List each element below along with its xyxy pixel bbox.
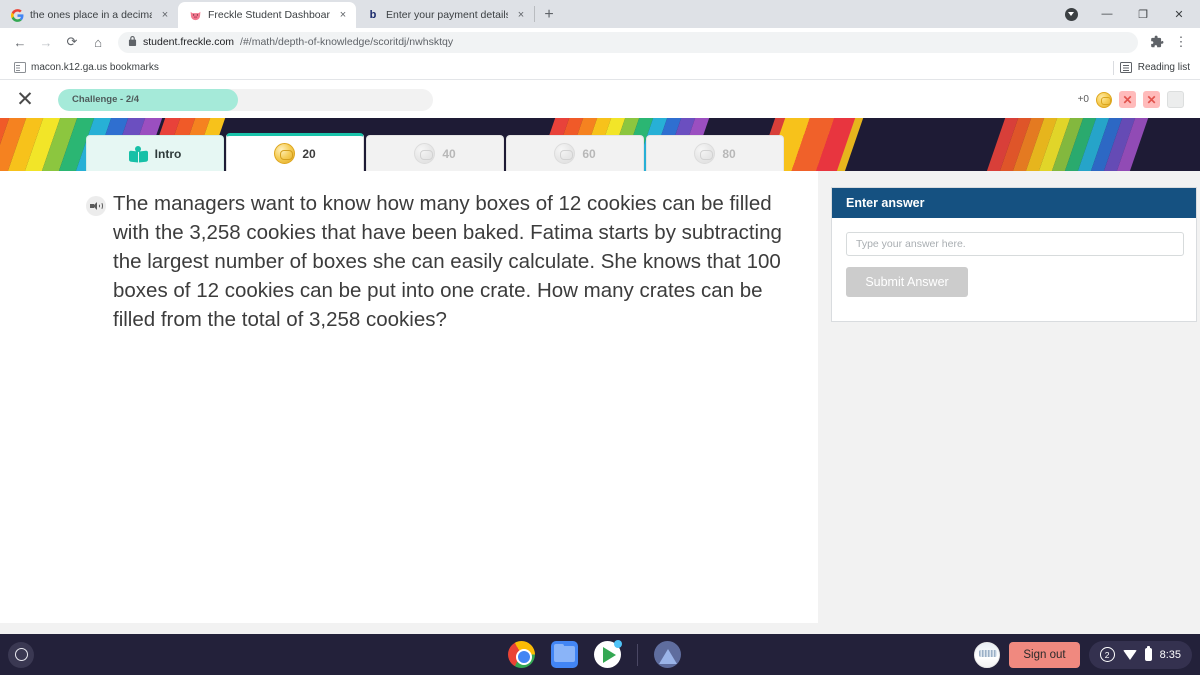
divider — [637, 643, 638, 666]
back-icon[interactable]: ← — [8, 30, 32, 54]
tab-close-icon[interactable]: × — [336, 8, 350, 22]
activity-main-area: The managers want to know how many boxes… — [0, 171, 1200, 634]
bookmark-label: macon.k12.ga.us bookmarks — [31, 62, 159, 73]
chromeos-screen: the ones place in a decimal - Goo × Frec… — [0, 0, 1200, 675]
life-remaining-3 — [1167, 91, 1184, 108]
level-tab-label: Intro — [154, 146, 182, 161]
shelf-app-icons — [508, 640, 681, 668]
coin-icon — [554, 143, 576, 164]
launcher-icon[interactable] — [8, 641, 34, 668]
level-tab-bar: Intro 20 40 60 80 — [86, 133, 786, 171]
browser-tab-3[interactable]: b Enter your payment details | ban × — [356, 2, 534, 28]
battery-icon — [1144, 646, 1152, 661]
reading-list-label[interactable]: Reading list — [1138, 62, 1190, 73]
coin-icon — [414, 143, 436, 164]
url-path: /#/math/depth-of-knowledge/scoritdj/nwhs… — [240, 36, 454, 48]
browser-tab-title: Enter your payment details | ban — [386, 9, 508, 21]
exit-activity-button[interactable]: ✕ — [12, 87, 38, 113]
level-tab-label: 80 — [722, 146, 736, 161]
browser-toolbar: ← → ⟳ ⌂ student.freckle.com /#/math/depth… — [0, 28, 1200, 56]
coin-icon — [694, 143, 716, 164]
level-tab-label: 20 — [302, 146, 316, 161]
life-used-1: ✕ — [1119, 91, 1136, 108]
answer-panel: Enter answer Submit Answer — [831, 187, 1197, 322]
bookmarks-bar: macon.k12.ga.us bookmarks Reading list — [0, 56, 1200, 80]
speaker-icon[interactable] — [86, 196, 106, 216]
toolbar-actions: ⋮ — [1146, 30, 1192, 54]
level-tab-40[interactable]: 40 — [366, 135, 504, 171]
answer-panel-header: Enter answer — [832, 188, 1196, 218]
level-tab-intro[interactable]: Intro — [86, 135, 224, 171]
clock-label: 8:35 — [1159, 648, 1181, 661]
minimize-button[interactable]: — — [1090, 0, 1124, 28]
freckle-pig-icon — [188, 8, 202, 22]
coin-count-label: +0 — [1077, 94, 1089, 105]
notification-badge: 2 — [1099, 647, 1115, 662]
home-icon[interactable]: ⌂ — [86, 30, 110, 54]
reading-list-icon — [1119, 62, 1132, 73]
gallery-icon[interactable] — [654, 641, 681, 668]
chromeos-shelf: Sign out 2 8:35 — [0, 634, 1200, 675]
b-icon: b — [369, 9, 377, 21]
answer-panel-body: Submit Answer — [832, 218, 1196, 297]
new-tab-button[interactable]: + — [535, 2, 563, 28]
book-icon — [128, 145, 148, 162]
life-used-2: ✕ — [1143, 91, 1160, 108]
url-domain: student.freckle.com — [143, 36, 235, 48]
tab-close-icon[interactable]: × — [514, 8, 528, 22]
window-close-button[interactable]: ✕ — [1162, 0, 1196, 28]
bookmarks-bar-right: Reading list — [1112, 60, 1190, 75]
sign-out-button[interactable]: Sign out — [1009, 641, 1080, 668]
extensions-icon[interactable] — [1146, 30, 1168, 54]
coin-icon — [274, 143, 296, 164]
browser-tab-title: Freckle Student Dashboard — [208, 9, 330, 21]
submit-answer-button[interactable]: Submit Answer — [846, 267, 968, 297]
chrome-icon[interactable] — [508, 641, 535, 668]
bookmark-item-macon[interactable]: macon.k12.ga.us bookmarks — [10, 60, 163, 75]
level-tab-20[interactable]: 20 — [226, 133, 364, 171]
browser-tab-strip: the ones place in a decimal - Goo × Frec… — [0, 0, 1200, 28]
browser-menu-icon[interactable]: ⋮ — [1170, 30, 1192, 54]
google-icon — [10, 8, 24, 22]
progress-label: Challenge - 2/4 — [72, 93, 140, 105]
challenge-progress-bar: Challenge - 2/4 — [58, 88, 433, 111]
question-pane: The managers want to know how many boxes… — [0, 171, 818, 623]
header-status-group: +0 ✕ ✕ — [1078, 91, 1188, 108]
address-bar[interactable]: student.freckle.com /#/math/depth-of-know… — [118, 31, 1138, 53]
folder-list-icon — [14, 62, 26, 73]
system-tray[interactable]: 2 8:35 — [1088, 640, 1192, 669]
forward-icon[interactable]: → — [34, 30, 58, 54]
lock-icon — [128, 36, 137, 48]
coin-icon — [1096, 91, 1112, 108]
account-indicator-icon[interactable] — [1054, 0, 1088, 28]
files-icon[interactable] — [551, 641, 578, 668]
level-tab-60[interactable]: 60 — [506, 135, 644, 171]
level-tab-80[interactable]: 80 — [646, 135, 784, 171]
tab-close-icon[interactable]: × — [158, 8, 172, 22]
play-store-icon[interactable] — [594, 640, 622, 668]
question-text: The managers want to know how many boxes… — [113, 192, 782, 332]
reload-icon[interactable]: ⟳ — [60, 30, 84, 54]
maximize-button[interactable]: ❐ — [1126, 0, 1160, 28]
divider — [1112, 60, 1114, 75]
browser-tab-title: the ones place in a decimal - Goo — [30, 9, 152, 21]
browser-tab-1[interactable]: the ones place in a decimal - Goo × — [0, 2, 178, 28]
wifi-icon — [1122, 649, 1137, 660]
window-controls: — ❐ ✕ — [1054, 0, 1200, 28]
question-row: The managers want to know how many boxes… — [0, 171, 818, 335]
avatar[interactable] — [974, 641, 1001, 668]
level-tab-label: 40 — [442, 146, 456, 161]
freckle-activity-header: ✕ Challenge - 2/4 +0 ✕ ✕ — [0, 81, 1200, 118]
level-tab-label: 60 — [582, 146, 596, 161]
answer-input[interactable] — [846, 232, 1184, 256]
shelf-status-area: Sign out 2 8:35 — [974, 640, 1192, 669]
browser-tab-2[interactable]: Freckle Student Dashboard × — [178, 2, 356, 28]
